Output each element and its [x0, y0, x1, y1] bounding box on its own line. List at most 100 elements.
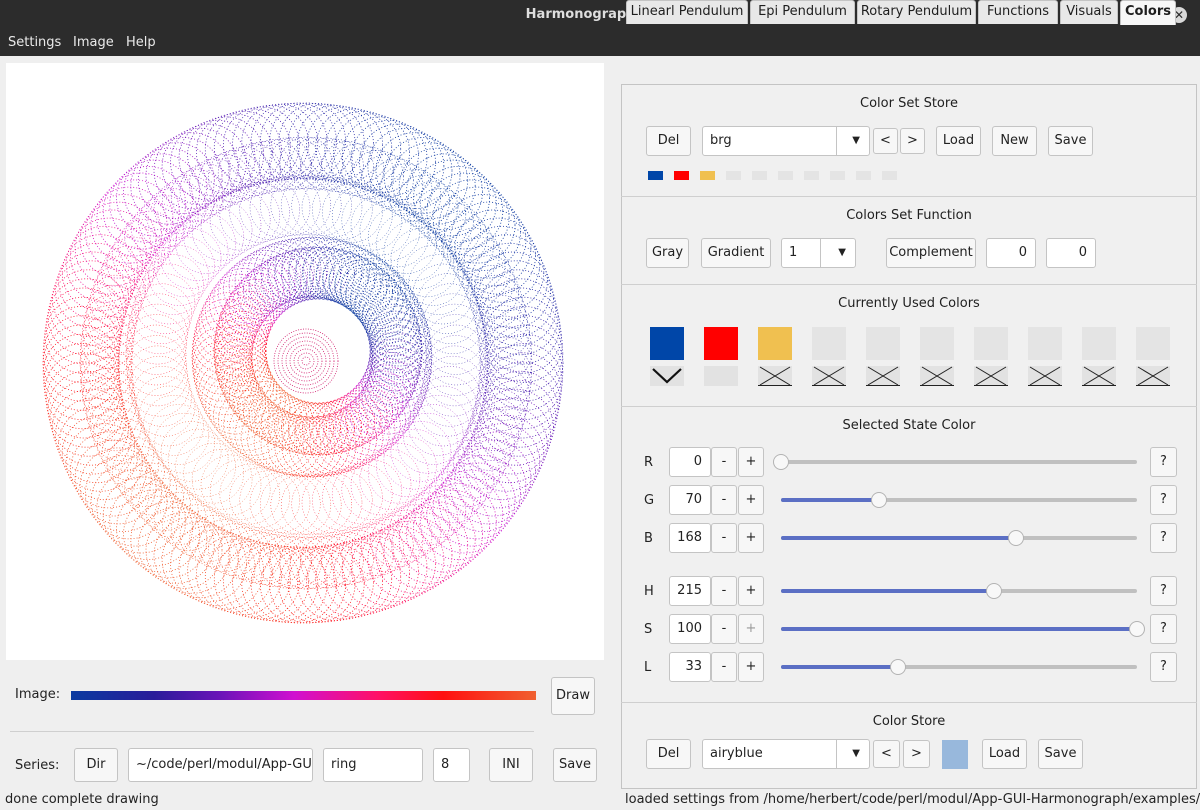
color-store-select[interactable]: airyblue ▼ [702, 739, 870, 769]
channel-slider[interactable] [781, 492, 1137, 508]
slider-handle[interactable] [1129, 621, 1145, 637]
slider-handle[interactable] [870, 492, 887, 508]
channel-slider[interactable] [781, 621, 1145, 637]
increment-button[interactable]: + [738, 652, 764, 682]
slider-handle[interactable] [985, 583, 1002, 599]
ini-button[interactable]: INI [489, 748, 533, 782]
help-button[interactable]: ? [1150, 447, 1177, 477]
used-color-swatch[interactable] [866, 327, 900, 360]
drawing-stroke [328, 403, 390, 465]
used-color-swatch[interactable] [758, 327, 792, 360]
dir-button[interactable]: Dir [74, 748, 118, 782]
series-path-field[interactable]: ~/code/perl/modul/App-GUI-Harmonograph/e… [128, 748, 313, 782]
slider-handle[interactable] [773, 454, 789, 470]
complement-button[interactable]: Complement [886, 238, 976, 268]
channel-value-field[interactable]: 33 [669, 652, 711, 682]
color-set-del-button[interactable]: Del [646, 126, 691, 156]
channel-slider[interactable] [781, 583, 1137, 599]
channel-value-field[interactable]: 215 [669, 576, 711, 606]
used-color-swatch[interactable] [1136, 327, 1170, 360]
help-button[interactable]: ? [1150, 523, 1177, 553]
series-save-button[interactable]: Save [553, 748, 597, 782]
tab-visuals[interactable]: Visuals [1060, 0, 1118, 24]
used-color-swatch[interactable] [1028, 327, 1062, 360]
menu-image[interactable]: Image [73, 35, 114, 50]
decrement-button[interactable]: - [711, 523, 737, 553]
increment-button[interactable]: + [738, 523, 764, 553]
drawing-stroke [196, 298, 257, 360]
increment-button[interactable]: + [738, 485, 764, 515]
drawing-stroke [289, 344, 323, 378]
help-button[interactable]: ? [1150, 485, 1177, 515]
gray-button[interactable]: Gray [646, 238, 689, 268]
channel-slider[interactable] [781, 659, 1137, 675]
color-store-prev-button[interactable]: < [873, 740, 900, 768]
tab-rotary-pendulum[interactable]: Rotary Pendulum [857, 0, 976, 24]
decrement-button[interactable]: - [711, 447, 737, 477]
tab-colors[interactable]: Colors [1120, 0, 1176, 25]
color-set-new-button[interactable]: New [992, 126, 1037, 156]
color-store-next-button[interactable]: > [903, 740, 930, 768]
used-color-swatch[interactable] [1082, 327, 1116, 360]
drawing-stroke [486, 324, 564, 402]
help-button[interactable]: ? [1150, 652, 1177, 682]
disabled-x-icon[interactable] [920, 366, 954, 386]
series-name-field[interactable]: ring [323, 748, 423, 782]
series-number-field[interactable]: 8 [433, 748, 470, 782]
increment-button[interactable]: + [738, 576, 764, 606]
color-set-select[interactable]: brg ▼ [702, 126, 870, 156]
tab-functions[interactable]: Functions [978, 0, 1058, 24]
disabled-x-icon[interactable] [758, 366, 792, 386]
color-set-save-button[interactable]: Save [1048, 126, 1093, 156]
menu-help[interactable]: Help [126, 35, 156, 50]
drawing-stroke [288, 402, 341, 456]
help-button[interactable]: ? [1150, 614, 1177, 644]
channel-value-field[interactable]: 0 [669, 447, 711, 477]
color-store-load-button[interactable]: Load [982, 739, 1027, 769]
gradient-select[interactable]: 1 ▼ [781, 238, 856, 268]
menu-settings[interactable]: Settings [8, 35, 61, 50]
decrement-button[interactable]: - [711, 652, 737, 682]
disabled-x-icon[interactable] [1082, 366, 1116, 386]
decrement-button[interactable]: - [711, 485, 737, 515]
disabled-x-icon[interactable] [1136, 366, 1170, 386]
color-set-prev-button[interactable]: < [873, 128, 898, 154]
complement-field-2[interactable]: 0 [1046, 238, 1096, 268]
complement-field-1[interactable]: 0 [986, 238, 1036, 268]
color-store-save-button[interactable]: Save [1038, 739, 1083, 769]
decrement-button[interactable]: - [711, 614, 737, 644]
increment-button[interactable]: + [738, 614, 764, 644]
used-color-swatch[interactable] [704, 327, 738, 360]
selected-check-icon[interactable] [650, 366, 684, 386]
help-button[interactable]: ? [1150, 576, 1177, 606]
disabled-x-icon[interactable] [974, 366, 1008, 386]
color-set-next-button[interactable]: > [900, 128, 925, 154]
slider-handle[interactable] [1007, 530, 1024, 546]
channel-slider[interactable] [773, 454, 1137, 470]
channel-slider[interactable] [781, 530, 1137, 546]
disabled-x-icon[interactable] [1028, 366, 1062, 386]
channel-value-field[interactable]: 168 [669, 523, 711, 553]
color-store-del-button[interactable]: Del [646, 739, 691, 769]
select-divider [820, 239, 821, 267]
used-color-swatch[interactable] [920, 327, 954, 360]
used-color-swatch[interactable] [650, 327, 684, 360]
used-color-swatch[interactable] [812, 327, 846, 360]
channel-value-field[interactable]: 100 [669, 614, 711, 644]
color-set-load-button[interactable]: Load [936, 126, 981, 156]
drawing-stroke [232, 544, 310, 621]
tab-epi-pendulum[interactable]: Epi Pendulum [750, 0, 855, 24]
chevron-down-icon: ▼ [852, 135, 860, 146]
drawing-stroke [438, 186, 516, 264]
color-state-box[interactable] [704, 366, 738, 386]
drawing-stroke [360, 154, 414, 207]
draw-button[interactable]: Draw [551, 677, 595, 715]
disabled-x-icon[interactable] [866, 366, 900, 386]
decrement-button[interactable]: - [711, 576, 737, 606]
channel-value-field[interactable]: 70 [669, 485, 711, 515]
used-color-swatch[interactable] [974, 327, 1008, 360]
increment-button[interactable]: + [738, 447, 764, 477]
disabled-x-icon[interactable] [812, 366, 846, 386]
gradient-button[interactable]: Gradient [701, 238, 771, 268]
tab-linear-pendulum[interactable]: Linearl Pendulum [626, 0, 748, 24]
